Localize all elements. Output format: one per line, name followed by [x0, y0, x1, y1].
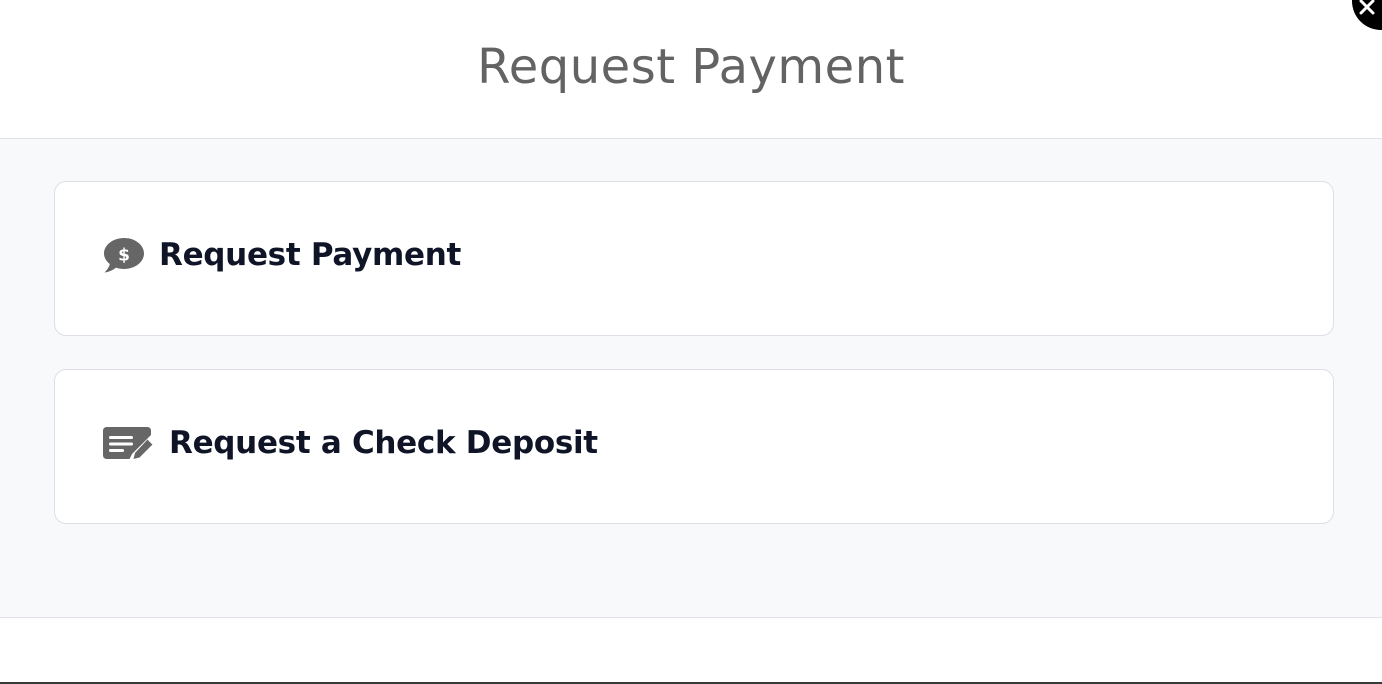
request-check-deposit-option[interactable]: Request a Check Deposit: [54, 369, 1334, 524]
option-content: $ Request Payment: [103, 236, 461, 274]
modal-footer: [0, 618, 1382, 682]
modal-body: $ Request Payment Request a Check Deposi…: [0, 139, 1382, 618]
request-payment-modal: Request Payment $ Request Payment Reques…: [0, 0, 1382, 684]
close-icon: [1359, 0, 1375, 15]
svg-text:$: $: [118, 245, 130, 265]
modal-title: Request Payment: [477, 39, 905, 95]
dollar-chat-icon: $: [103, 236, 145, 274]
modal-header: Request Payment: [0, 0, 1382, 139]
option-label: Request a Check Deposit: [169, 424, 598, 461]
option-label: Request Payment: [159, 236, 462, 273]
option-content: Request a Check Deposit: [103, 425, 598, 461]
check-edit-icon: [103, 425, 155, 461]
request-payment-option[interactable]: $ Request Payment: [54, 181, 1334, 336]
